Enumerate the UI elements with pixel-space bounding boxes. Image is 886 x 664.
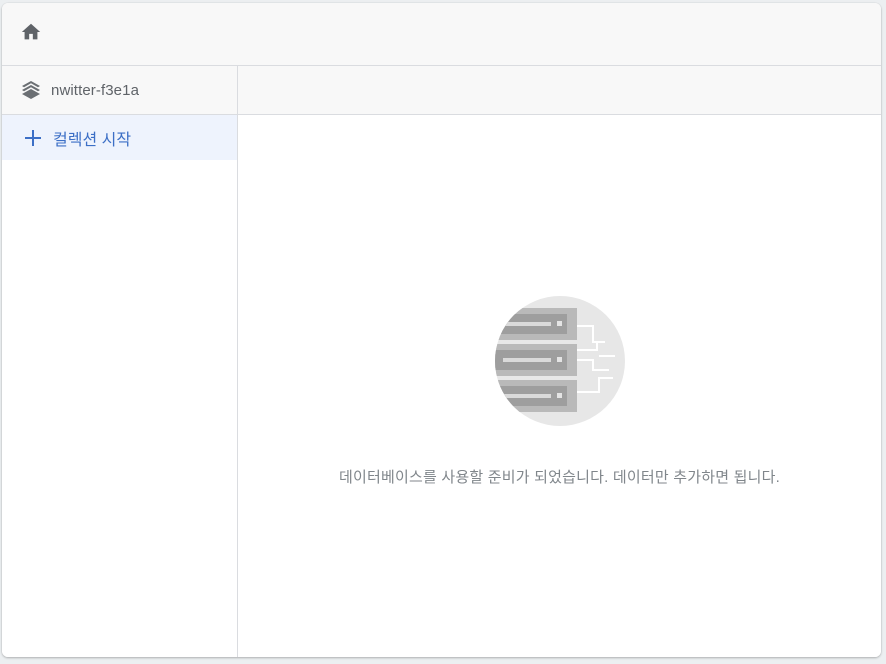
document-panel-header	[238, 66, 881, 115]
home-button[interactable]	[18, 21, 44, 47]
start-collection-button[interactable]: 컬렉션 시작	[2, 115, 237, 160]
database-servers-illustration	[493, 294, 627, 428]
database-root-item[interactable]: nwitter-f3e1a	[2, 66, 237, 115]
start-collection-label: 컬렉션 시작	[53, 131, 132, 149]
database-layers-icon	[20, 79, 42, 101]
database-name: nwitter-f3e1a	[51, 81, 140, 99]
empty-database-message: 데이터베이스를 사용할 준비가 되었습니다. 데이터만 추가하면 됩니다.	[339, 469, 780, 486]
plus-icon	[22, 127, 44, 149]
collections-panel: nwitter-f3e1a 컬렉션 시작	[2, 66, 238, 657]
firestore-data-card: nwitter-f3e1a 컬렉션 시작 데이터베이스를 사용할 준비가 되었습…	[2, 3, 881, 657]
document-panel: 데이터베이스를 사용할 준비가 되었습니다. 데이터만 추가하면 됩니다.	[238, 66, 881, 657]
breadcrumb-bar	[2, 3, 881, 66]
home-icon	[20, 21, 42, 48]
